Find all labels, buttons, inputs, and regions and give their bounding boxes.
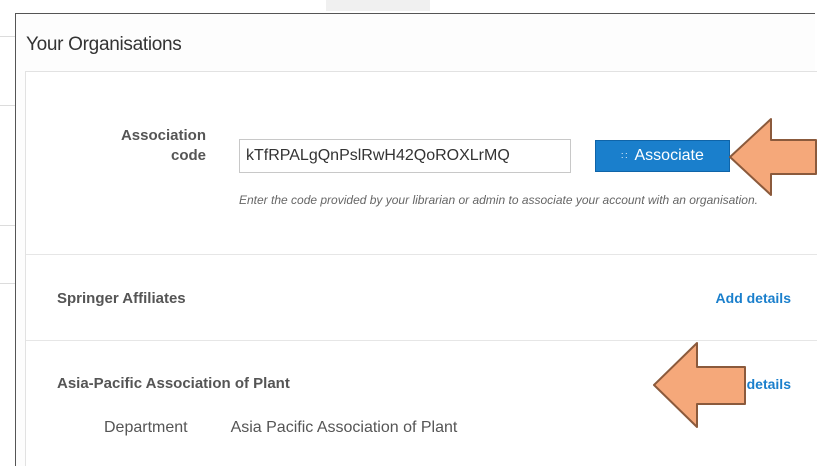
- department-value: Asia Pacific Association of Plant: [230, 419, 458, 436]
- divider: [0, 225, 15, 226]
- department-row: Department Asia Pacific Association of P…: [104, 419, 457, 437]
- annotation-arrow-icon: [653, 342, 746, 428]
- divider: [0, 36, 15, 37]
- association-help-text: Enter the code provided by your libraria…: [239, 193, 758, 207]
- associate-button[interactable]: ∷ Associate: [595, 140, 730, 172]
- divider: [0, 283, 15, 284]
- organisation-name: Springer Affiliates: [57, 290, 186, 307]
- department-label: Department: [104, 419, 188, 436]
- organisation-name: Asia-Pacific Association of Plant: [57, 375, 290, 392]
- association-code-input[interactable]: [239, 139, 571, 173]
- divider: [0, 105, 15, 106]
- association-section: Association code ∷ Associate Enter the c…: [26, 72, 817, 255]
- page-title: Your Organisations: [26, 34, 182, 55]
- association-code-label: Association code: [120, 127, 206, 164]
- top-tab: [326, 0, 430, 11]
- list-icon: ∷: [621, 150, 627, 162]
- left-strip: [0, 0, 15, 466]
- add-details-link[interactable]: Add details: [716, 290, 791, 306]
- annotation-arrow-icon: [729, 118, 817, 196]
- associate-button-label: Associate: [634, 147, 704, 164]
- organisation-row: Springer Affiliates Add details: [26, 254, 817, 341]
